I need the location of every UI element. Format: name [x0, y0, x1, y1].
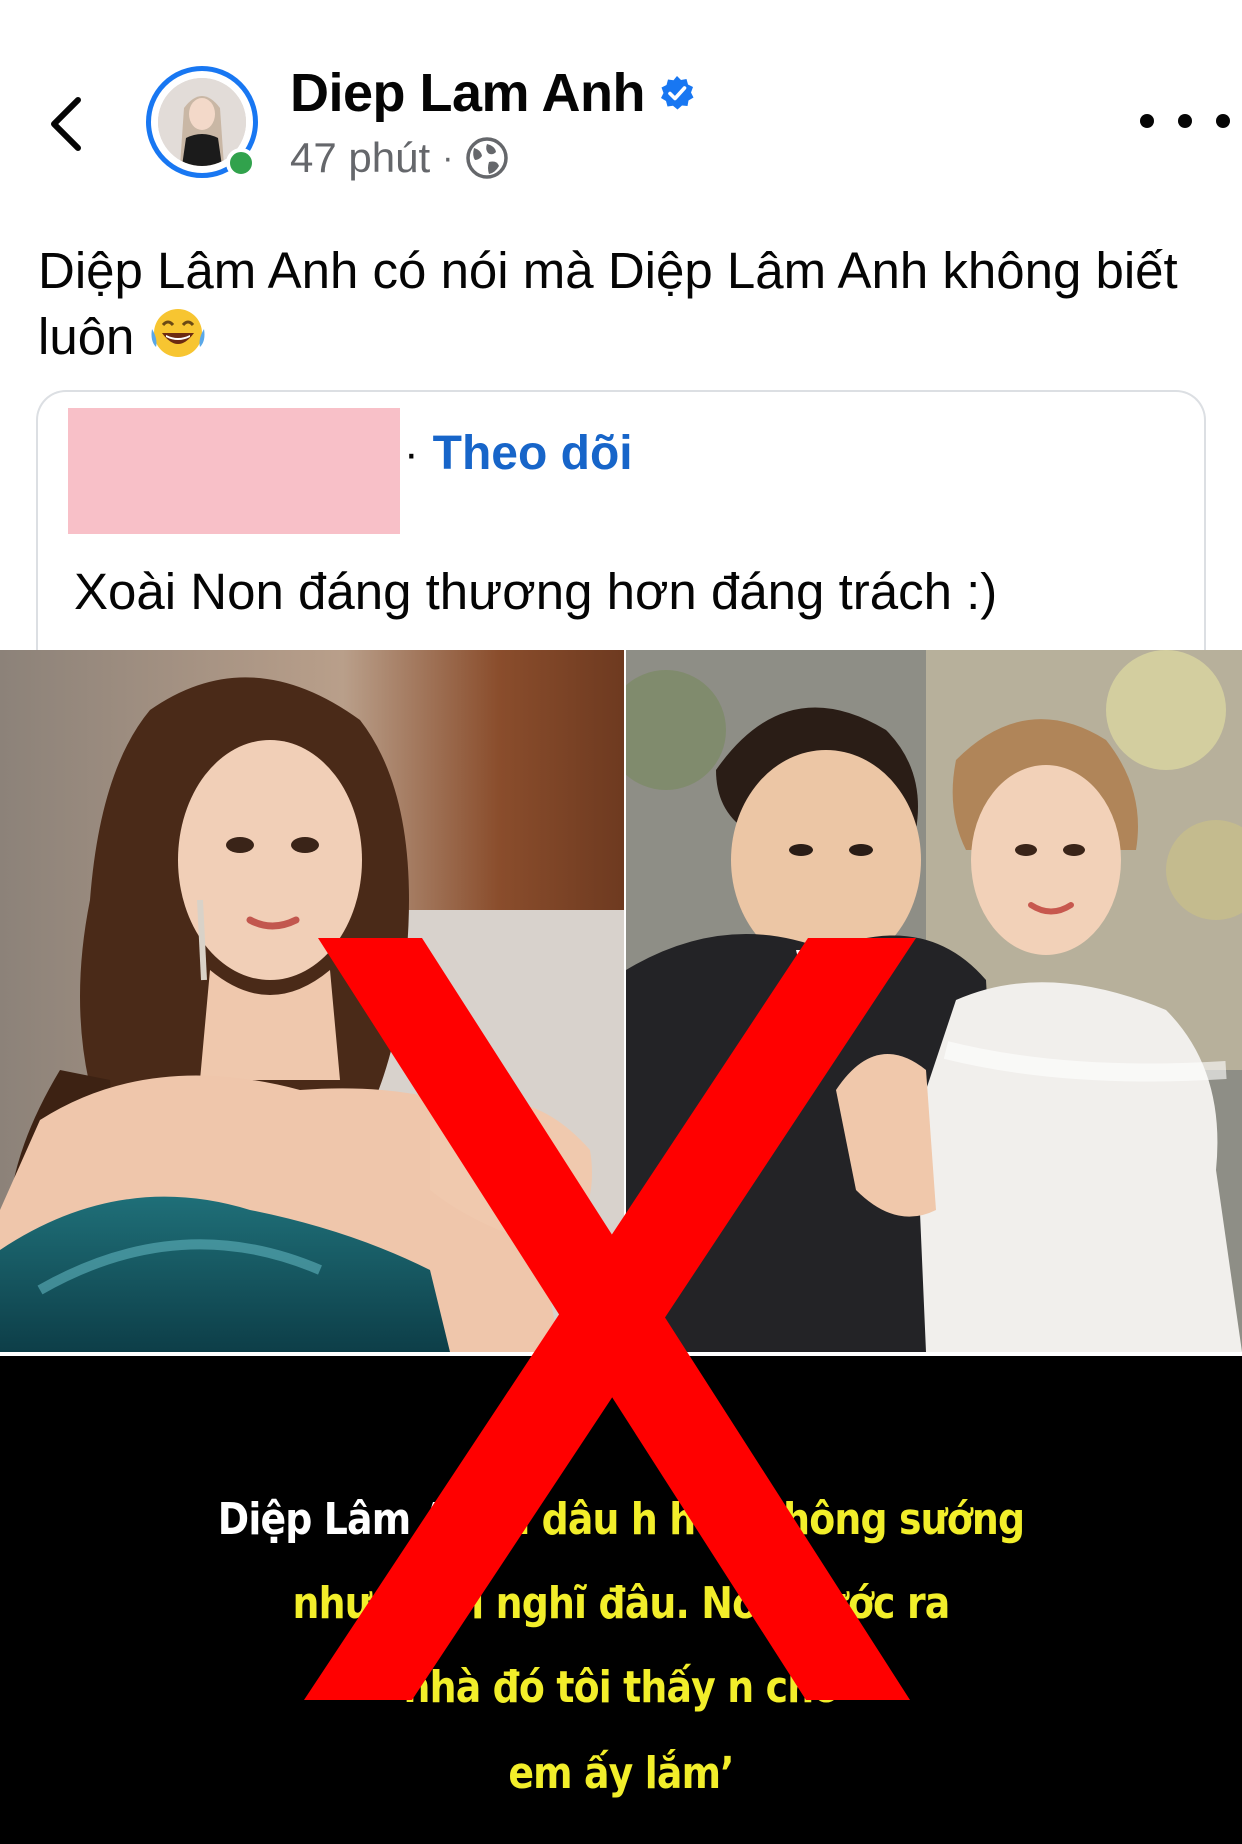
quote-line-3: nhà đó tôi thấy n cho — [403, 1662, 840, 1713]
photo-couple-wedding[interactable] — [626, 650, 1242, 1352]
redacted-author-name — [68, 408, 400, 534]
meta-separator: · — [442, 138, 454, 177]
online-status-dot — [226, 148, 256, 178]
follow-link[interactable]: Theo dõi — [433, 426, 633, 481]
quote-line-1: Diệp Lâm Anhn dâu h hôn không sướng — [87, 1494, 1155, 1545]
back-button[interactable] — [40, 82, 100, 162]
chevron-left-icon — [51, 97, 81, 151]
quote-line-4: em ấy lắm’ — [508, 1748, 734, 1799]
quote-line-1-white: Diệp Lâm Anh — [217, 1494, 504, 1545]
follow-separator: · — [404, 428, 419, 478]
author-name[interactable]: Diep Lam Anh — [290, 62, 646, 124]
quote-line-2: như mọi i nghĩ đâu. Non bước ra — [292, 1578, 951, 1629]
photo-woman-portrait[interactable] — [0, 650, 624, 1352]
quote-line-1-yellow: n dâu h hôn không sướng — [503, 1494, 1025, 1545]
more-options-button[interactable] — [1140, 106, 1230, 136]
shared-post-text: Xoài Non đáng thương hơn đáng trách :) — [74, 563, 998, 620]
more-dots-icon — [1140, 114, 1154, 128]
verified-badge-icon — [661, 76, 694, 110]
post-timestamp[interactable]: 47 phút — [290, 134, 430, 182]
laughing-emoji-icon — [148, 305, 208, 377]
post-caption: Diệp Lâm Anh có nói mà Diệp Lâm Anh khôn… — [38, 238, 1208, 377]
caption-text: Diệp Lâm Anh có nói mà Diệp Lâm Anh khôn… — [38, 242, 1178, 365]
quote-panel: Diệp Lâm Anhn dâu h hôn không sướng như … — [0, 1356, 1242, 1844]
globe-icon[interactable] — [465, 136, 509, 180]
